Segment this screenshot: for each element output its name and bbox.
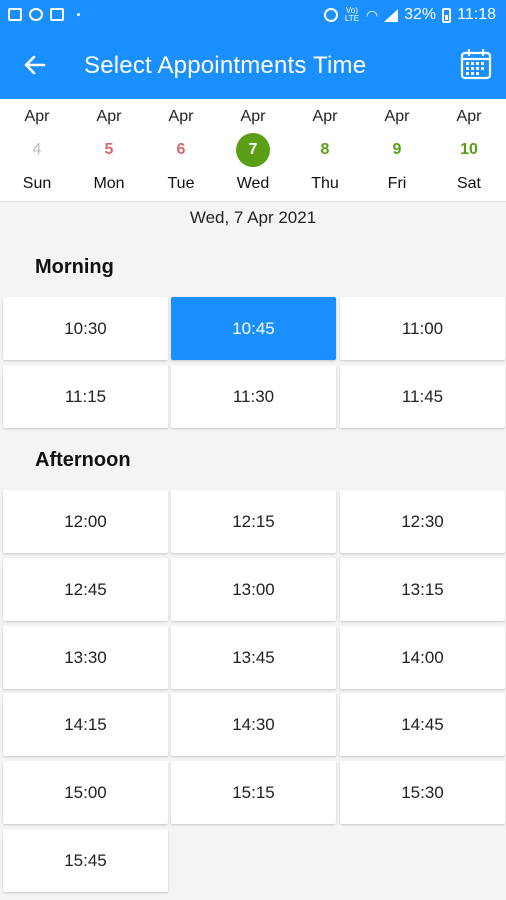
notification-dot-icon [77,13,80,16]
day-date-selected: 7 [236,133,270,167]
time-slot[interactable]: 12:45 [3,558,168,621]
time-slot[interactable]: 15:30 [340,761,505,824]
settings-icon [29,8,43,21]
time-slot[interactable]: 11:30 [171,365,336,428]
day-date: 9 [392,141,402,158]
day-fri[interactable]: Apr 9 Fri [361,99,433,202]
time-slot[interactable]: 11:15 [3,365,168,428]
clock: 11:18 [457,6,496,23]
day-name: Mon [93,175,125,192]
time-slot[interactable]: 14:45 [340,693,505,756]
week-strip: Apr 4 Sun Apr 5 Mon Apr 6 Tue Apr 7 Wed … [0,99,506,202]
status-bar: Vo) LTE ◠ 32% 11:18 [0,0,506,32]
day-name: Tue [167,175,195,192]
time-slot[interactable]: 13:00 [171,558,336,621]
afternoon-heading: Afternoon [35,449,131,471]
day-month: Apr [96,108,122,125]
day-month: Apr [384,108,410,125]
time-slot[interactable]: 12:30 [340,490,505,553]
day-month: Apr [168,108,194,125]
battery-icon [442,7,452,23]
day-date: 4 [32,141,42,158]
page-title: Select Appointments Time [84,52,367,79]
wifi-icon: ◠ [365,6,379,23]
time-slot[interactable]: 15:00 [3,761,168,824]
alarm-icon [323,8,338,22]
time-slot[interactable]: 12:15 [171,490,336,553]
time-slot[interactable]: 15:15 [171,761,336,824]
time-slot[interactable]: 13:30 [3,626,168,689]
day-wed[interactable]: Apr 7 Wed [217,99,289,202]
volte-icon: Vo) LTE [344,6,359,23]
battery-percent: 32% [404,6,437,23]
day-thu[interactable]: Apr 8 Thu [289,99,361,202]
time-slot[interactable]: 13:45 [171,626,336,689]
day-mon[interactable]: Apr 5 Mon [73,99,145,202]
status-bar-right: Vo) LTE ◠ 32% 11:18 [323,6,496,24]
selected-date-label: Wed, 7 Apr 2021 [189,208,317,227]
day-date: 10 [460,141,478,158]
time-slot[interactable]: 14:15 [3,693,168,756]
time-slot[interactable]: 11:00 [340,297,505,360]
day-date: 6 [176,141,186,158]
day-sun[interactable]: Apr 4 Sun [1,99,73,202]
morning-heading: Morning [35,256,114,278]
day-month: Apr [456,108,482,125]
day-month: Apr [312,108,338,125]
day-tue[interactable]: Apr 6 Tue [145,99,217,202]
arrow-left-icon[interactable] [20,50,50,80]
gallery-icon [8,8,22,21]
day-date: 5 [104,141,114,158]
day-name: Thu [311,175,339,192]
time-slot[interactable]: 11:45 [340,365,505,428]
status-bar-left [8,8,80,21]
calendar-icon[interactable] [460,48,492,80]
time-slot[interactable]: 15:45 [3,829,168,892]
time-slot[interactable]: 12:00 [3,490,168,553]
app-bar: Select Appointments Time [0,32,506,99]
image-icon [50,8,64,21]
time-slot[interactable]: 13:15 [340,558,505,621]
day-name: Fri [387,175,407,192]
day-name: Sat [456,175,481,192]
day-name: Wed [236,175,270,192]
signal-icon [384,8,399,22]
day-month: Apr [240,108,266,125]
day-sat[interactable]: Apr 10 Sat [433,99,505,202]
day-month: Apr [24,108,50,125]
time-slot[interactable]: 14:30 [171,693,336,756]
day-date: 8 [320,141,330,158]
day-name: Sun [22,175,52,192]
time-slot-selected[interactable]: 10:45 [171,297,336,360]
time-slot[interactable]: 10:30 [3,297,168,360]
time-slot[interactable]: 14:00 [340,626,505,689]
